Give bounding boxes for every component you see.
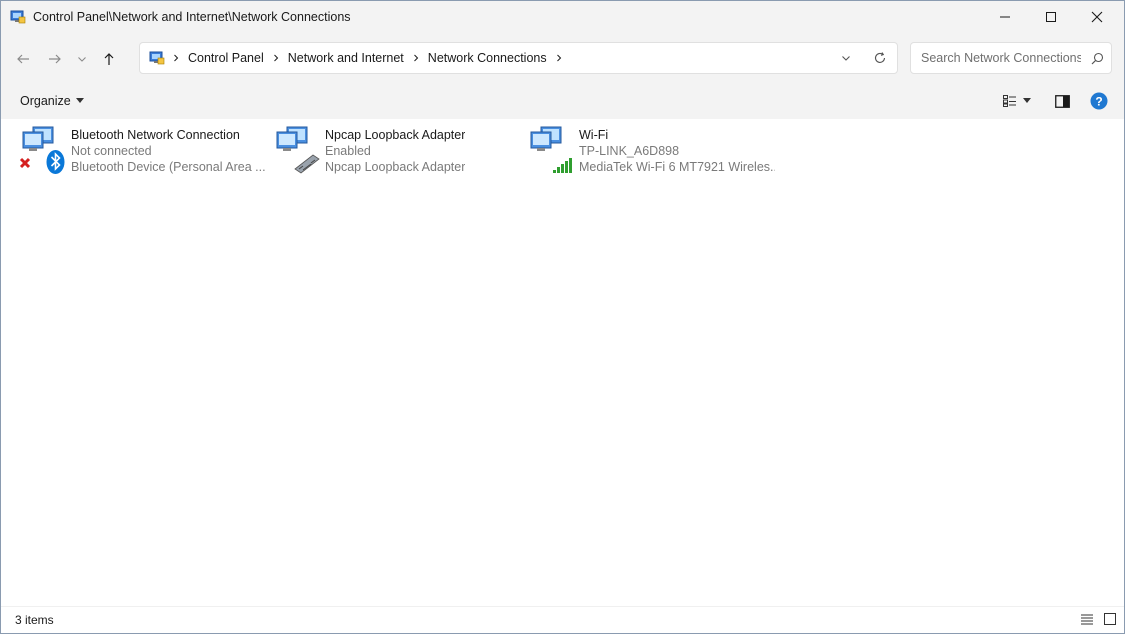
command-bar: Organize ?	[1, 85, 1124, 117]
chevron-down-icon	[78, 57, 86, 62]
connection-item-npcap[interactable]: Npcap Loopback Adapter Enabled Npcap Loo…	[271, 125, 521, 177]
recent-locations-button[interactable]	[71, 43, 93, 75]
breadcrumb-control-panel[interactable]: Control Panel	[183, 51, 269, 65]
wifi-adapter-icon	[525, 125, 577, 177]
connection-device: MediaTek Wi-Fi 6 MT7921 Wireles...	[579, 160, 775, 174]
close-button[interactable]	[1074, 1, 1120, 33]
view-options-icon	[1003, 95, 1016, 107]
preview-pane-button[interactable]	[1041, 85, 1084, 117]
title-bar: Control Panel\Network and Internet\Netwo…	[1, 1, 1124, 33]
organize-label: Organize	[20, 94, 71, 108]
connection-text: Wi-Fi TP-LINK_A6D898 MediaTek Wi-Fi 6 MT…	[579, 127, 775, 177]
connection-status: Not connected	[71, 144, 152, 158]
preview-pane-icon	[1055, 94, 1070, 108]
connection-name: Npcap Loopback Adapter	[325, 128, 466, 142]
connection-text: Bluetooth Network Connection Not connect…	[71, 127, 266, 177]
chevron-right-icon[interactable]	[409, 54, 423, 62]
connection-status: Enabled	[325, 144, 371, 158]
chevron-right-icon[interactable]	[169, 54, 183, 62]
search-icon[interactable]	[1087, 52, 1107, 65]
chevron-right-icon[interactable]	[552, 54, 566, 62]
chevron-down-icon	[842, 56, 850, 61]
breadcrumb-network-and-internet[interactable]: Network and Internet	[283, 51, 409, 65]
arrow-right-icon	[49, 54, 61, 64]
command-bar-right: ?	[997, 85, 1114, 117]
details-view-icon	[1081, 614, 1093, 624]
control-panel-icon	[149, 50, 165, 66]
view-more-button[interactable]	[1023, 85, 1041, 117]
arrow-up-icon	[104, 53, 114, 65]
help-button[interactable]: ?	[1084, 85, 1114, 117]
change-view-button[interactable]	[997, 85, 1023, 117]
connection-name: Wi-Fi	[579, 128, 609, 142]
help-icon: ?	[1090, 92, 1108, 110]
caret-down-icon	[1023, 98, 1031, 103]
minimize-icon	[1000, 16, 1010, 18]
refresh-icon	[874, 52, 886, 63]
close-icon	[1091, 11, 1103, 23]
large-icons-view-icon	[1104, 612, 1116, 625]
arrow-left-icon	[17, 54, 29, 64]
minimize-button[interactable]	[982, 1, 1028, 33]
status-bar: 3 items	[1, 606, 1124, 633]
maximize-icon	[1046, 12, 1056, 22]
network-connections-window: Control Panel\Network and Internet\Netwo…	[0, 0, 1125, 634]
connection-device: Bluetooth Device (Personal Area ...	[71, 160, 266, 174]
details-view-button[interactable]	[1080, 612, 1094, 630]
connection-name: Bluetooth Network Connection	[71, 128, 240, 142]
bluetooth-network-icon	[17, 125, 69, 177]
search-box[interactable]	[910, 42, 1112, 74]
svg-text:?: ?	[1095, 95, 1102, 109]
maximize-button[interactable]	[1028, 1, 1074, 33]
window-title: Control Panel\Network and Internet\Netwo…	[33, 10, 351, 24]
refresh-button[interactable]	[863, 43, 897, 73]
address-bar[interactable]: Control Panel Network and Internet Netwo…	[139, 42, 898, 74]
connection-text: Npcap Loopback Adapter Enabled Npcap Loo…	[325, 127, 465, 177]
connection-item-wifi[interactable]: Wi-Fi TP-LINK_A6D898 MediaTek Wi-Fi 6 MT…	[525, 125, 775, 177]
address-history-button[interactable]	[829, 43, 863, 73]
loopback-adapter-icon	[271, 125, 323, 177]
up-button[interactable]	[93, 43, 125, 75]
search-input[interactable]	[919, 50, 1083, 66]
connections-view[interactable]: Bluetooth Network Connection Not connect…	[1, 119, 1124, 606]
connection-status: TP-LINK_A6D898	[579, 144, 680, 158]
connection-device: Npcap Loopback Adapter	[325, 160, 466, 174]
back-button[interactable]	[7, 43, 39, 75]
caret-down-icon	[75, 98, 84, 103]
connection-item-bluetooth[interactable]: Bluetooth Network Connection Not connect…	[17, 125, 267, 177]
status-bar-view-switch	[1080, 607, 1116, 633]
item-count: 3 items	[15, 613, 54, 627]
forward-button[interactable]	[39, 43, 71, 75]
breadcrumb-network-connections[interactable]: Network Connections	[423, 51, 552, 65]
large-icons-view-button[interactable]	[1104, 612, 1116, 630]
chevron-right-icon[interactable]	[269, 54, 283, 62]
organize-button[interactable]: Organize	[20, 94, 84, 108]
network-folder-icon	[10, 9, 26, 25]
